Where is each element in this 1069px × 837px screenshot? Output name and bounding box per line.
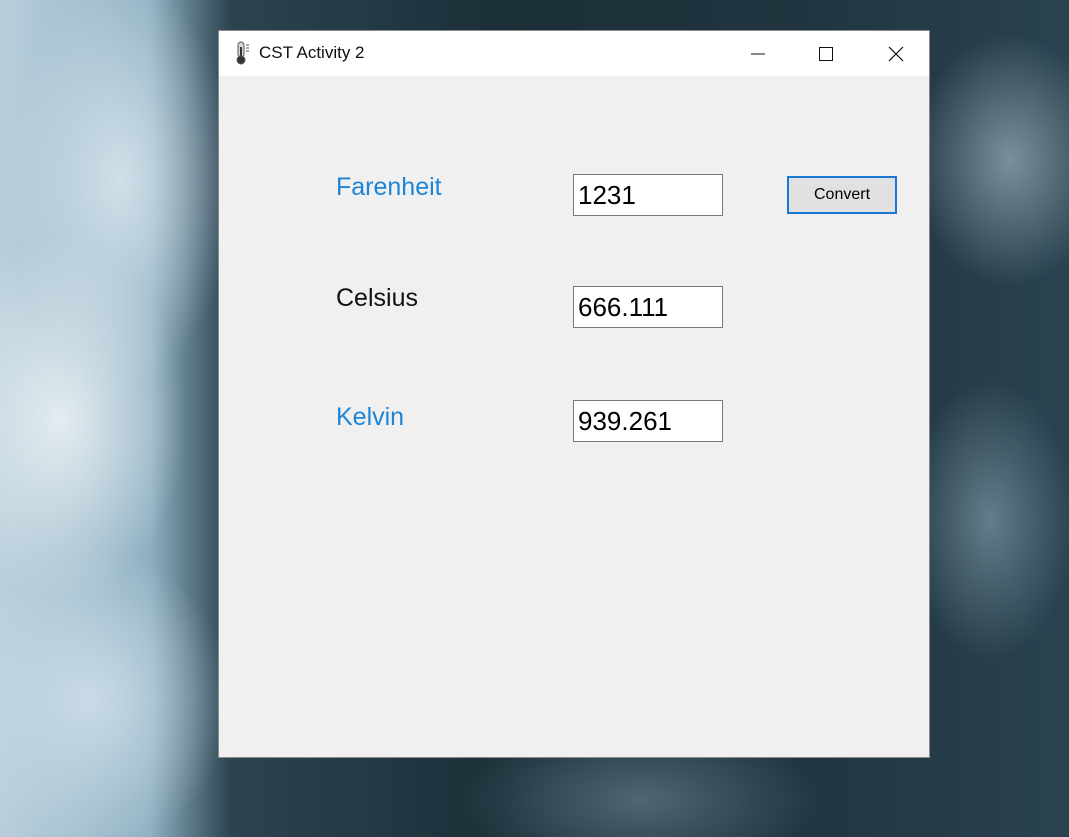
close-icon: [888, 46, 904, 62]
convert-button-label: Convert: [813, 186, 871, 203]
kelvin-label: Kelvin: [336, 403, 405, 431]
title-bar[interactable]: CST Activity 2: [219, 31, 929, 76]
maximize-button[interactable]: [791, 31, 861, 76]
minimize-icon: [750, 46, 766, 62]
minimize-button[interactable]: [723, 31, 793, 76]
celsius-input[interactable]: [573, 286, 723, 328]
fahrenheit-input[interactable]: [573, 174, 723, 216]
kelvin-input[interactable]: [573, 400, 723, 442]
celsius-label: Celsius: [336, 284, 418, 312]
window-title: CST Activity 2: [259, 43, 365, 62]
fahrenheit-label: Farenheit: [336, 173, 442, 201]
app-window: CST Activity 2 Farenheit Convert Celsius: [218, 30, 930, 758]
convert-button[interactable]: Convert: [787, 176, 897, 214]
thermometer-icon: [233, 41, 251, 65]
maximize-icon: [818, 46, 834, 62]
close-button[interactable]: [861, 31, 931, 76]
